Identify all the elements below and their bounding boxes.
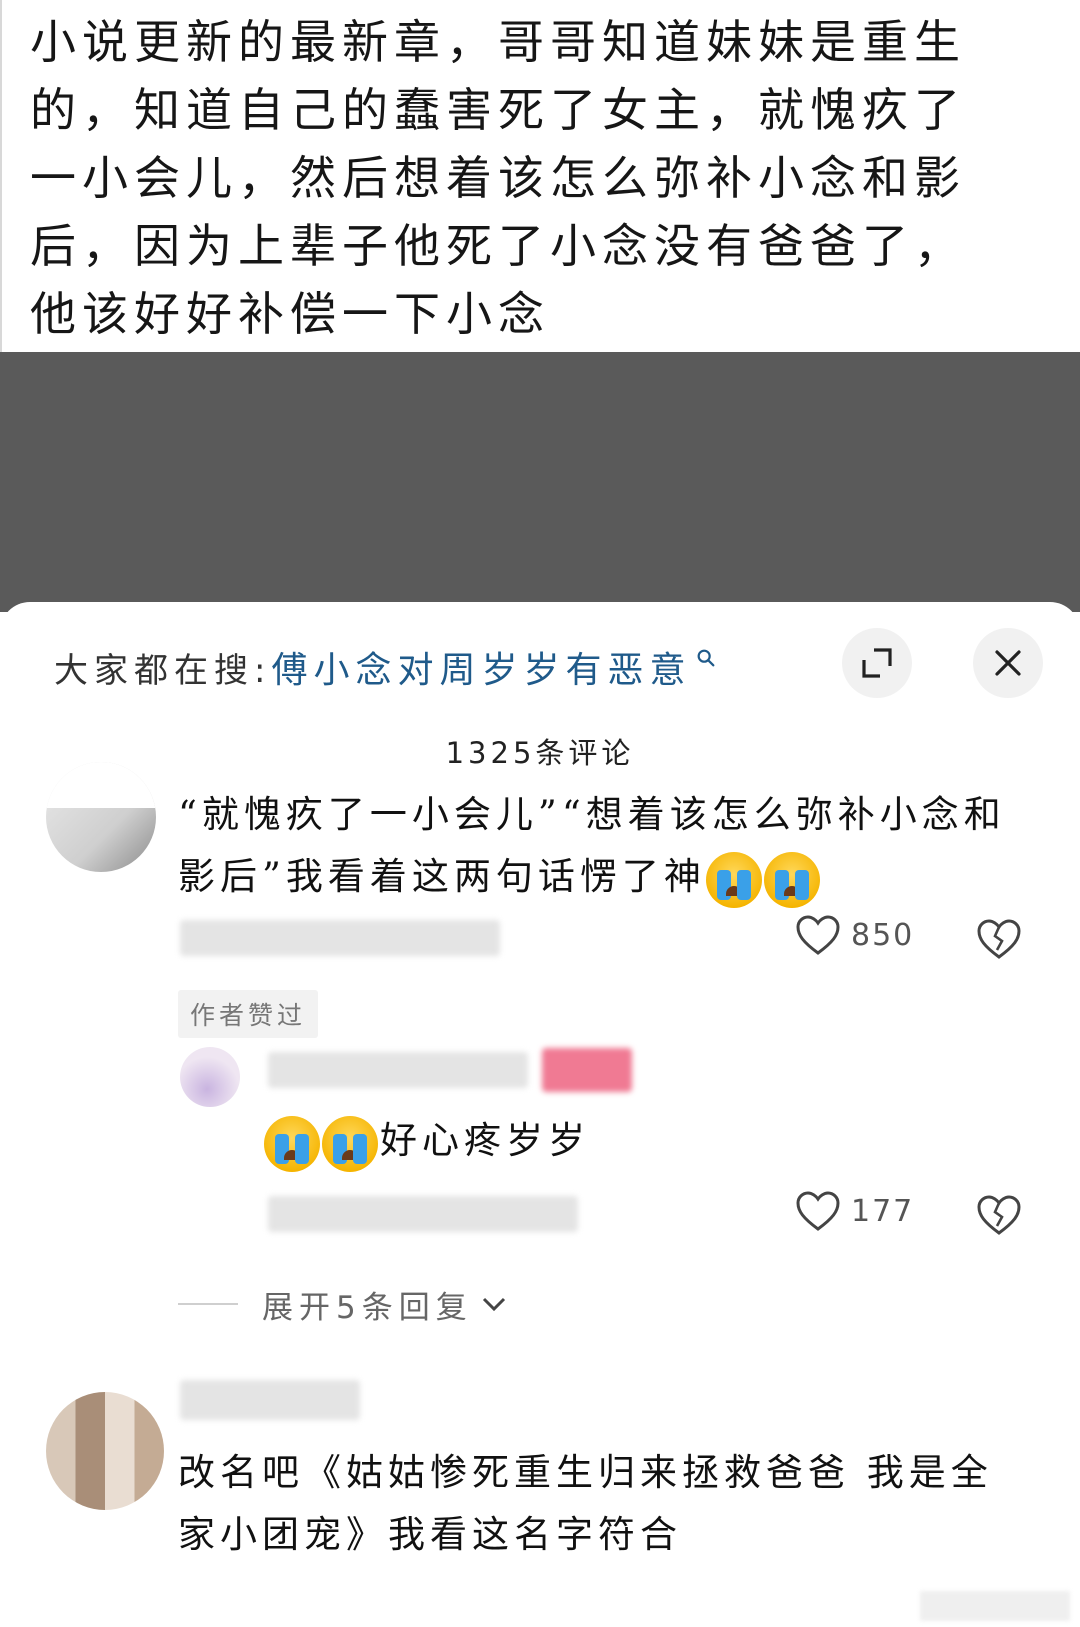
trending-search-prefix: 大家都在搜: [54, 650, 272, 691]
crying-emoji-icon [264, 1115, 320, 1172]
crying-emoji-icon [763, 851, 820, 908]
close-icon [995, 650, 1021, 676]
avatar[interactable] [180, 1047, 240, 1107]
like-count: 850 [851, 917, 915, 953]
username-blurred [268, 1052, 528, 1088]
divider [178, 1303, 238, 1305]
comment-sheet: 大家都在搜: 傅小念对周岁岁有恶意 1325条评论 “就愧疚了一小会儿”“想着该… [0, 602, 1080, 1627]
search-icon [698, 649, 715, 667]
like-count: 177 [851, 1193, 915, 1229]
heart-icon [796, 915, 840, 955]
close-button[interactable] [973, 628, 1043, 698]
comment-count: 1325条评论 [445, 736, 635, 770]
watermark-blurred [920, 1591, 1070, 1621]
expand-button[interactable] [842, 628, 912, 698]
comment-body: “就愧疚了一小会儿”“想着该怎么弥补小念和影后”我看着这两句话愣了神 [178, 793, 1006, 898]
crying-emoji-icon [322, 1115, 378, 1172]
comment-text: 改名吧《姑姑惨死重生归来拯救爸爸 我是全家小团宠》我看这名字符合 [178, 1451, 993, 1556]
avatar[interactable] [46, 762, 156, 872]
post-card: 小说更新的最新章，哥哥知道妹妹是重生的，知道自己的蠢害死了女主，就愧疚了一小会儿… [0, 0, 1080, 352]
broken-heart-icon[interactable] [976, 918, 1022, 960]
trending-search-term[interactable]: 傅小念对周岁岁有恶意 [271, 641, 691, 693]
comment-meta-blurred [180, 920, 500, 956]
like-button[interactable]: 177 [795, 1190, 914, 1232]
heart-icon [796, 1191, 840, 1231]
chevron-down-icon [482, 1297, 505, 1312]
expand-replies[interactable]: 展开5条回复 [178, 1282, 509, 1326]
crying-emoji-icon [705, 851, 762, 908]
reply-body: 好心疼岁岁 [380, 1119, 590, 1162]
reply-text: 好心疼岁岁 [264, 1110, 864, 1172]
trending-search[interactable]: 大家都在搜: 傅小念对周岁岁有恶意 [54, 642, 717, 692]
username-blurred [180, 1380, 360, 1420]
expand-replies-label: 展开5条回复 [262, 1289, 473, 1326]
comment-text: “就愧疚了一小会儿”“想着该怎么弥补小念和影后”我看着这两句话愣了神 [178, 784, 1008, 908]
tag-blurred [542, 1048, 632, 1092]
author-liked-badge: 作者赞过 [178, 990, 319, 1038]
avatar[interactable] [46, 1392, 164, 1510]
like-button[interactable]: 850 [795, 914, 914, 956]
expand-icon [862, 648, 892, 678]
dimmed-background[interactable] [0, 352, 1080, 612]
post-text: 小说更新的最新章，哥哥知道妹妹是重生的，知道自己的蠢害死了女主，就愧疚了一小会儿… [30, 15, 966, 341]
broken-heart-icon[interactable] [976, 1194, 1022, 1236]
reply-meta-blurred [268, 1196, 578, 1232]
